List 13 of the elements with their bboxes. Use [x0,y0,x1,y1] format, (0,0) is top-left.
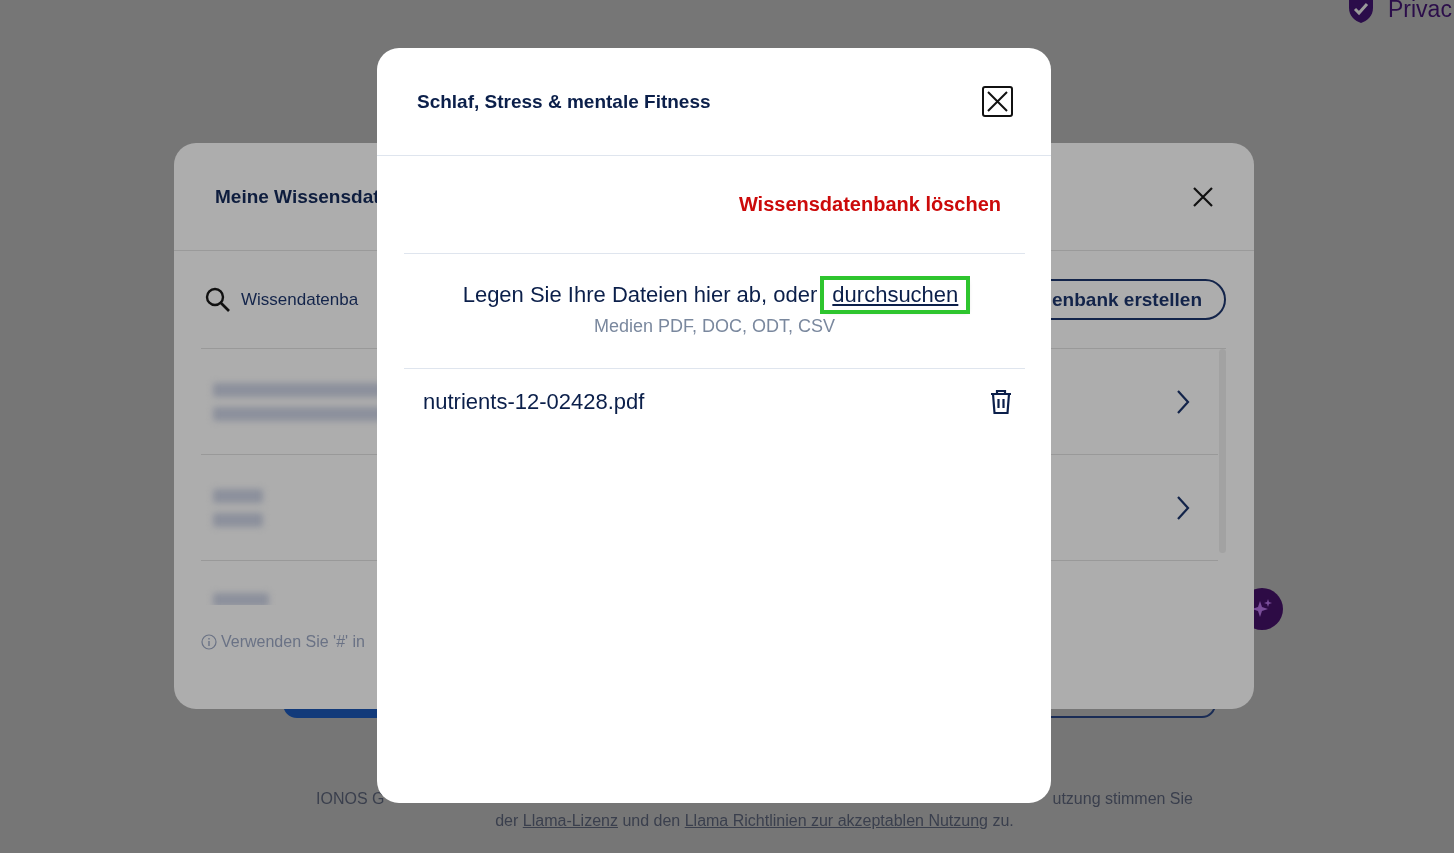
hint-text: Verwenden Sie '#' in [221,633,365,651]
formats-text: Medien PDF, DOC, ODT, CSV [593,315,836,337]
drop-zone[interactable]: Legen Sie Ihre Dateien hier ab, oder durchsuchen Medien PDF, DOC, ODT, CSV [404,254,1025,369]
footer-text: utzung stimmen Sie [1052,790,1193,808]
dialog-title: Meine Wissensdat [215,185,380,208]
license-notice: der Llama-Lizenz und den Llama Richtlinien zur akzeptablen Nutzung zu. [495,812,1014,830]
search-field[interactable]: Wissendatenba [241,289,365,310]
footer-text: IONOS G [316,790,385,808]
dialog-title: Schlaf, Stress & mentale Fitness [417,90,711,113]
delete-link[interactable]: Wissensdatenbank löschen [738,193,1001,216]
file-name: nutrients-12-02428.pdf [423,389,645,415]
drop-text: Legen Sie Ihre Dateien hier ab, oder [462,281,818,308]
privacy-link[interactable]: Privac [1388,0,1452,23]
